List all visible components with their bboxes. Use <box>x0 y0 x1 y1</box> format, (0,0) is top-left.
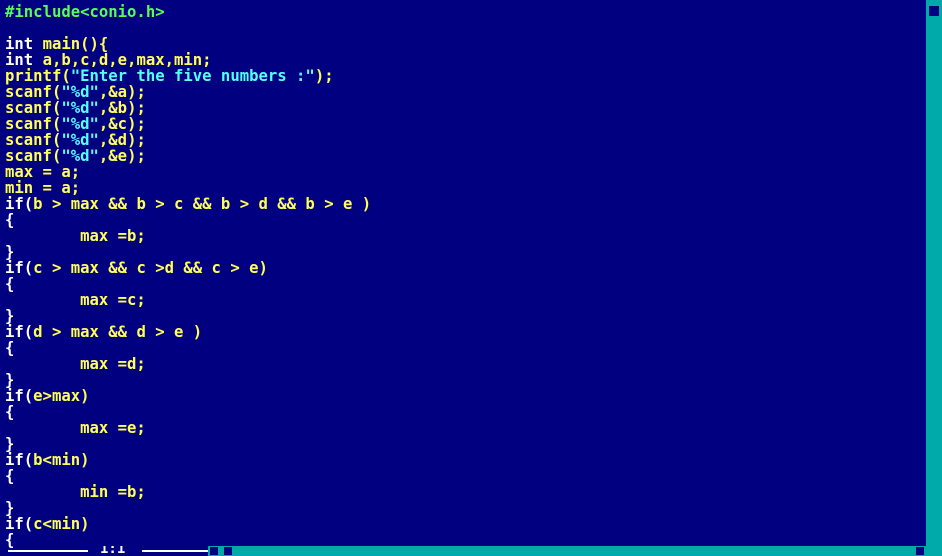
code-token: c > max && c >d && c > e) <box>33 259 268 277</box>
code-line[interactable]: printf("Enter the five numbers :"); <box>5 68 925 84</box>
editor-status-bar: 1:1 <box>0 546 942 556</box>
code-token: max =b; <box>5 227 146 245</box>
code-token: c<min) <box>33 515 90 533</box>
code-line[interactable]: if(e>max) <box>5 388 925 404</box>
ide-window: #include<conio.h> int main(){int a,b,c,d,… <box>0 0 942 556</box>
code-token: d > max && d > e ) <box>33 323 203 341</box>
code-line[interactable]: max =e; <box>5 420 925 436</box>
code-line[interactable]: } <box>5 436 925 452</box>
code-line[interactable]: #include<conio.h> <box>5 4 925 20</box>
vertical-scroll-thumb[interactable] <box>929 6 939 16</box>
code-line[interactable] <box>5 20 925 36</box>
code-token: ,&e); <box>98 147 146 165</box>
code-line[interactable]: { <box>5 340 925 356</box>
code-line[interactable]: } <box>5 244 925 260</box>
scroll-right-arrow-icon[interactable] <box>916 547 924 555</box>
code-token: max =d; <box>5 355 146 373</box>
code-line[interactable]: max =d; <box>5 356 925 372</box>
code-line[interactable]: min =b; <box>5 484 925 500</box>
code-token: b > max && b > c && b > d && b > e ) <box>33 195 372 213</box>
code-line[interactable]: scanf("%d",&d); <box>5 132 925 148</box>
code-line[interactable]: scanf("%d",&b); <box>5 100 925 116</box>
vertical-scrollbar[interactable] <box>926 0 942 546</box>
code-line[interactable]: if(c > max && c >d && c > e) <box>5 260 925 276</box>
code-line[interactable]: if(d > max && d > e ) <box>5 324 925 340</box>
code-line[interactable]: max =c; <box>5 292 925 308</box>
code-token: ); <box>314 67 334 85</box>
code-line[interactable]: { <box>5 468 925 484</box>
code-line[interactable]: if(b<min) <box>5 452 925 468</box>
horizontal-scrollbar[interactable] <box>208 546 942 556</box>
code-line[interactable]: if(c<min) <box>5 516 925 532</box>
code-line[interactable]: { <box>5 212 925 228</box>
code-token: e>max) <box>33 387 90 405</box>
code-token: min =b; <box>5 483 146 501</box>
scroll-left-arrow-icon[interactable] <box>210 547 218 555</box>
window-border-mid <box>142 550 208 552</box>
code-token: max =c; <box>5 291 146 309</box>
code-token: #include<conio.h> <box>5 3 165 21</box>
horizontal-scroll-thumb[interactable] <box>224 547 232 555</box>
code-line[interactable]: if(b > max && b > c && b > d && b > e ) <box>5 196 925 212</box>
cursor-position: 1:1 <box>100 546 126 556</box>
code-line[interactable]: int a,b,c,d,e,max,min; <box>5 52 925 68</box>
code-line[interactable]: } <box>5 308 925 324</box>
window-border-left <box>8 550 88 552</box>
code-line[interactable]: max =b; <box>5 228 925 244</box>
code-line[interactable]: { <box>5 276 925 292</box>
code-line[interactable]: } <box>5 372 925 388</box>
code-token: max =e; <box>5 419 146 437</box>
code-line[interactable]: } <box>5 500 925 516</box>
code-line[interactable]: scanf("%d",&e); <box>5 148 925 164</box>
code-line[interactable]: scanf("%d",&a); <box>5 84 925 100</box>
code-line[interactable]: scanf("%d",&c); <box>5 116 925 132</box>
code-line[interactable]: max = a; <box>5 164 925 180</box>
code-editor[interactable]: #include<conio.h> int main(){int a,b,c,d,… <box>5 4 925 548</box>
code-line[interactable]: min = a; <box>5 180 925 196</box>
code-token: b<min) <box>33 451 90 469</box>
code-line[interactable]: int main(){ <box>5 36 925 52</box>
code-line[interactable]: { <box>5 404 925 420</box>
